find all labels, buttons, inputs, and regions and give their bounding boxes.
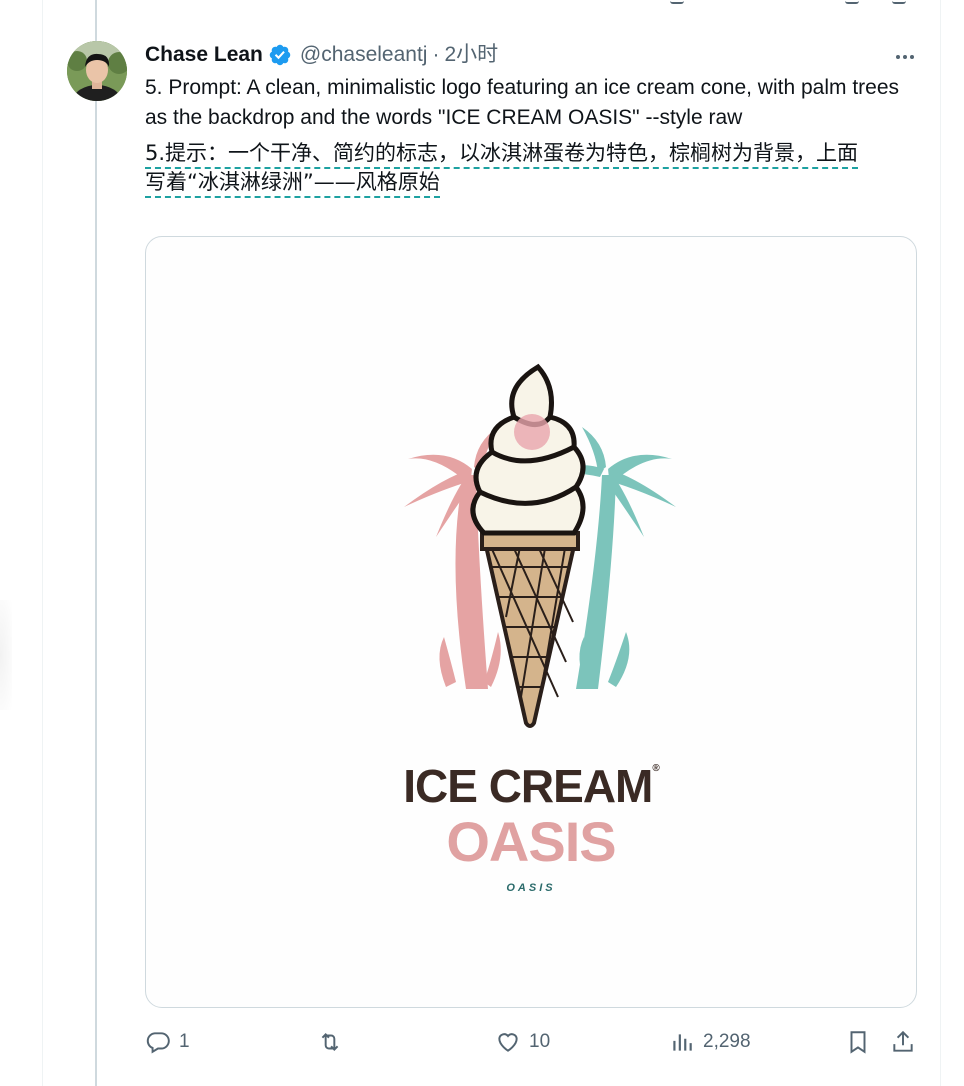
previous-tweet-actions <box>140 0 920 4</box>
logo-title-line2: OASIS <box>446 810 616 873</box>
translation-line-1: 5.提示：一个干净、简约的标志，以冰淇淋蛋卷为特色，棕榈树为背景，上面 <box>145 141 859 169</box>
waffle-cone-icon <box>480 531 580 728</box>
tweet-image[interactable]: ICE CREAM® OASIS OASIS <box>145 236 917 1008</box>
timeline-right-border <box>940 0 941 1086</box>
verified-badge-icon[interactable] <box>268 43 292 67</box>
author-handle[interactable]: @chaseleantj <box>300 38 428 72</box>
like-count: 10 <box>529 1031 551 1052</box>
translation-line-2: 写着“冰淇淋绿洲”——风格原始 <box>145 170 440 198</box>
more-icon[interactable] <box>890 42 920 72</box>
tweet-text: 5. Prompt: A clean, minimalistic logo fe… <box>145 76 900 129</box>
views-count: 2,298 <box>703 1031 751 1052</box>
ice-cream-logo-graphic <box>404 363 676 728</box>
bookmark-button[interactable] <box>845 1022 871 1062</box>
views-button[interactable]: 2,298 <box>669 1022 751 1062</box>
tweet-header: Chase Lean @chaseleantj · 2小时 <box>145 38 920 72</box>
author-name[interactable]: Chase Lean <box>145 38 263 72</box>
logo-text-ice-cream: ICE CREAM <box>403 760 653 812</box>
heart-icon <box>498 1033 518 1052</box>
tweet-translation[interactable]: 5.提示：一个干净、简约的标志，以冰淇淋蛋卷为特色，棕榈树为背景，上面 写着“冰… <box>145 139 915 198</box>
bookmark-icon <box>850 1031 866 1054</box>
previous-bookmark-icon[interactable] <box>845 0 859 4</box>
previous-views-icon[interactable] <box>670 0 684 4</box>
reply-icon <box>146 1032 170 1054</box>
tweet-page: Chase Lean @chaseleantj · 2小时 5. Prompt:… <box>0 0 964 1086</box>
tweet[interactable]: Chase Lean @chaseleantj · 2小时 5. Prompt:… <box>145 38 920 198</box>
tweet-actions: 1 10 2,298 <box>145 1022 920 1062</box>
retweet-button[interactable] <box>317 1022 343 1062</box>
share-button[interactable] <box>890 1022 916 1062</box>
tweet-time[interactable]: 2小时 <box>444 38 498 72</box>
logo-subtitle: OASIS <box>506 882 556 894</box>
reply-button[interactable]: 1 <box>145 1022 190 1062</box>
previous-share-icon[interactable] <box>892 0 906 4</box>
share-icon <box>893 1030 913 1052</box>
timeline-left-border <box>42 0 43 1086</box>
registered-mark: ® <box>652 763 659 774</box>
soft-serve-icon <box>470 363 586 536</box>
thread-connector-line <box>95 0 97 1086</box>
views-icon <box>673 1034 692 1051</box>
avatar[interactable] <box>67 41 127 101</box>
separator-dot: · <box>432 43 440 66</box>
reply-count: 1 <box>179 1031 190 1052</box>
retweet-icon <box>321 1033 339 1051</box>
scroll-shadow <box>0 600 12 710</box>
like-button[interactable]: 10 <box>495 1022 550 1062</box>
logo-title-line1: ICE CREAM® <box>146 759 916 813</box>
